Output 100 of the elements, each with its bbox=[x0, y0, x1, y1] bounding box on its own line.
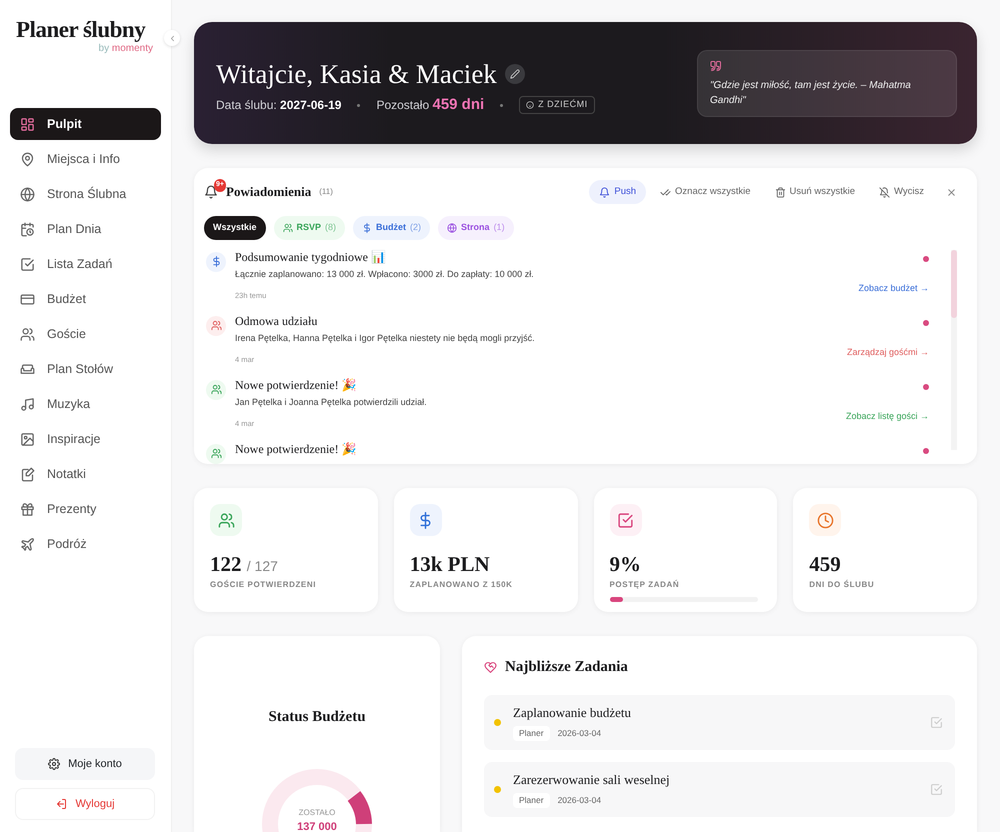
checkbox-icon bbox=[930, 716, 943, 730]
stat-label: POSTĘP ZADAŃ bbox=[610, 579, 680, 591]
stat-value: 13k PLN bbox=[410, 554, 491, 575]
stat-value: 122 / 127 bbox=[210, 554, 279, 575]
users-icon bbox=[218, 512, 234, 528]
days-remaining: Pozostało 459 dni bbox=[376, 94, 484, 115]
action-button[interactable]: Push bbox=[589, 180, 646, 204]
pencil-icon bbox=[510, 68, 520, 79]
notification-link[interactable]: Zarządzaj gośćmi → bbox=[846, 346, 929, 360]
stat-value: 9% bbox=[610, 554, 642, 575]
logo-byline: by momenty bbox=[98, 42, 154, 56]
sidebar-item[interactable]: Prezenty bbox=[10, 493, 161, 525]
sidebar-item[interactable]: Muzyka bbox=[10, 388, 161, 420]
notification-title: Nowe potwierdzenie! 🎉 bbox=[235, 378, 358, 392]
filter-chip[interactable]: Strona (1) bbox=[438, 216, 514, 240]
notification-text: Irena Pętelka, Hanna Pętelka i Igor Pętelka niestety nie będą mogli przyjść. bbox=[235, 332, 536, 346]
bell-icon bbox=[599, 186, 610, 198]
plane-icon bbox=[20, 536, 35, 552]
users-icon bbox=[210, 384, 222, 396]
task-tag: Planer bbox=[513, 793, 550, 808]
notification-text: Jan Pętelka i Joanna Pętelka potwierdzili udział. bbox=[235, 396, 428, 410]
separator-dot bbox=[357, 104, 360, 107]
dollar-icon bbox=[210, 256, 222, 268]
logo-title: Planer ślubny bbox=[15, 18, 146, 41]
clock-icon bbox=[816, 512, 834, 528]
sidebar-item[interactable]: Inspiracje bbox=[10, 423, 161, 455]
sidebar-item[interactable]: Podróż bbox=[10, 528, 161, 560]
heart-icon bbox=[484, 660, 497, 674]
checkbox-icon bbox=[617, 512, 634, 528]
filter-chip[interactable]: Budżet (2) bbox=[353, 216, 430, 240]
users-icon bbox=[20, 326, 35, 342]
sidebar-item[interactable]: Pulpit bbox=[10, 108, 161, 140]
image-icon bbox=[20, 432, 35, 446]
notification-link[interactable]: Zobacz budżet → bbox=[858, 282, 929, 296]
close-icon bbox=[946, 187, 957, 198]
checkbox-icon bbox=[20, 256, 35, 272]
sidebar-item[interactable]: Lista Zadań bbox=[10, 248, 161, 280]
stat-label: DNI DO ŚLUBU bbox=[809, 579, 876, 591]
filter-chip[interactable]: Wszystkie bbox=[204, 216, 266, 240]
scrollbar[interactable] bbox=[951, 250, 957, 450]
double-check-icon bbox=[660, 186, 672, 198]
panel-title: Powiadomienia bbox=[226, 183, 312, 202]
remaining-amount: 137 000 bbox=[296, 820, 338, 832]
face-icon bbox=[526, 101, 534, 110]
calendar-clock-icon bbox=[20, 222, 35, 236]
sofa-icon bbox=[20, 362, 35, 376]
stat-label: ZAPLANOWANO Z 150K bbox=[410, 579, 514, 591]
quote-mark-icon bbox=[710, 60, 722, 72]
sidebar-item[interactable]: Budżet bbox=[10, 283, 161, 315]
map-pin-icon bbox=[20, 152, 35, 166]
users-icon bbox=[282, 223, 293, 233]
checkbox-icon bbox=[930, 783, 943, 796]
muted-bell-icon bbox=[879, 186, 890, 198]
task-tag: Planer bbox=[513, 726, 550, 742]
task-title: Zaplanowanie budżetu bbox=[513, 704, 632, 722]
task-title: Zarezerwowanie sali weselnej bbox=[513, 770, 671, 789]
card-icon bbox=[20, 292, 35, 306]
task-item[interactable]: Zaplanowanie budżetu Planer 2026-03-04 bbox=[484, 694, 955, 750]
users-icon bbox=[210, 448, 222, 460]
budget-title: Status Budżetu bbox=[268, 708, 366, 727]
sidebar-item[interactable]: Goście bbox=[10, 318, 161, 350]
kids-badge: Z DZIEĆMI bbox=[519, 96, 595, 114]
settings-icon bbox=[48, 758, 60, 770]
remaining-label: ZOSTAŁO bbox=[298, 806, 336, 818]
sidebar-item[interactable]: Miejsca i Info bbox=[10, 143, 161, 175]
separator-dot bbox=[500, 104, 504, 107]
grid-icon bbox=[20, 116, 35, 132]
globe-icon bbox=[20, 186, 35, 202]
task-date: 2026-03-04 bbox=[558, 727, 602, 740]
bell-icon bbox=[204, 185, 218, 200]
sidebar-item[interactable]: Strona Ślubna bbox=[10, 178, 161, 210]
tasks-title: Najbliższe Zadania bbox=[505, 658, 628, 677]
welcome-title: Witajcie, Kasia & Maciek bbox=[216, 58, 497, 90]
note-edit-icon bbox=[20, 466, 35, 482]
notification-count: (11) bbox=[319, 186, 333, 198]
account-button[interactable]: Moje konto bbox=[15, 748, 155, 780]
edit-button[interactable] bbox=[504, 64, 525, 84]
action-button[interactable]: Oznacz wszystkie bbox=[650, 180, 761, 204]
users-icon bbox=[210, 320, 222, 332]
wedding-date: Data ślubu: 2027-06-19 bbox=[216, 97, 342, 114]
gift-icon bbox=[20, 502, 35, 516]
notification-item[interactable]: Nowe potwierdzenie! 🎉 bbox=[204, 442, 929, 464]
notification-text: Łącznie zaplanowano: 13 000 zł. Wpłacono: 3000 zł. Do zapłaty: 10 000 zł. bbox=[235, 268, 535, 282]
notification-title: Nowe potwierdzenie! 🎉 bbox=[235, 442, 358, 456]
task-date: 2026-03-04 bbox=[558, 794, 602, 808]
music-icon bbox=[20, 396, 35, 412]
sidebar-item[interactable]: Notatki bbox=[10, 458, 161, 490]
notification-title: Odmowa udziału bbox=[235, 314, 318, 328]
action-button[interactable]: Usuń wszystkie bbox=[764, 180, 865, 204]
logout-button[interactable]: Wyloguj bbox=[15, 788, 155, 820]
sidebar-item[interactable]: Plan Stołów bbox=[10, 353, 161, 385]
notification-title: Podsumowanie tygodniowe 📊 bbox=[235, 250, 387, 264]
collapse-button[interactable] bbox=[164, 30, 180, 46]
globe-icon bbox=[447, 223, 458, 233]
task-item[interactable]: Zarezerwowanie sali weselnej Planer 2026-03-04 bbox=[484, 762, 955, 816]
sidebar-item[interactable]: Plan Dnia bbox=[10, 213, 161, 245]
dollar-icon bbox=[362, 223, 372, 233]
stat-value: 459 bbox=[809, 554, 842, 575]
logout-icon bbox=[55, 798, 68, 810]
action-button[interactable]: Wycisz bbox=[869, 180, 934, 204]
